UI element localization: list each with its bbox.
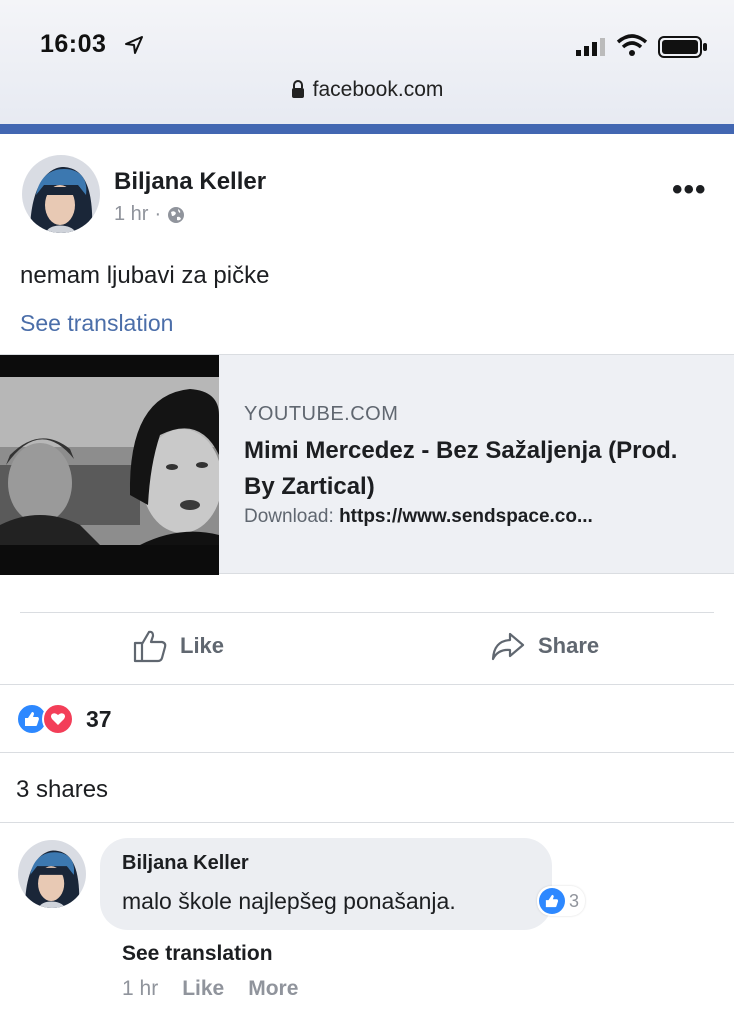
comment-more-button[interactable]: More (248, 977, 298, 1001)
link-desc-prefix: Download: (244, 506, 340, 527)
share-count[interactable]: 3 shares (16, 776, 108, 804)
divider (20, 612, 714, 613)
post-author-name[interactable]: Biljana Keller (114, 168, 266, 196)
divider (0, 752, 734, 753)
post-options-button[interactable]: ••• (672, 175, 707, 205)
see-translation-link[interactable]: See translation (20, 310, 173, 337)
comment-reactions[interactable]: 3 (537, 886, 586, 916)
location-arrow-icon (125, 36, 143, 54)
facebook-header-bar (0, 124, 734, 134)
comment-reaction-count: 3 (569, 890, 580, 911)
link-preview-card[interactable]: YOUTUBE.COM Mimi Mercedez - Bez Sažaljen… (0, 354, 734, 575)
lock-icon (291, 80, 304, 98)
link-title[interactable]: Mimi Mercedez - Bez Sažaljenja (Prod. By… (244, 433, 714, 505)
share-button[interactable]: Share (490, 628, 599, 664)
share-arrow-icon (491, 632, 525, 661)
reactions-summary[interactable]: 37 (16, 703, 112, 735)
avatar-image (22, 155, 100, 233)
video-thumbnail[interactable] (0, 355, 219, 575)
url-bar[interactable]: facebook.com (0, 78, 734, 102)
comment-time[interactable]: 1 hr (122, 977, 158, 1001)
comment-text: malo škole najlepšeg ponašanja. (122, 888, 456, 914)
meta-separator: · (154, 203, 162, 225)
author-avatar[interactable] (22, 155, 100, 233)
avatar-image (18, 840, 86, 908)
comment-bubble[interactable]: Biljana Keller malo škole najlepšeg pona… (100, 838, 552, 930)
share-label: Share (538, 633, 600, 658)
like-button[interactable]: Like (132, 628, 224, 664)
wifi-icon (616, 34, 648, 56)
link-desc-url: https://www.sendspace.co... (339, 506, 593, 527)
status-time: 16:03 (40, 30, 107, 58)
globe-icon (168, 206, 185, 223)
post-text: nemam ljubavi za pičke (20, 262, 270, 289)
love-reaction-icon (42, 703, 74, 735)
comment-actions: 1 hr Like More (122, 977, 298, 1001)
divider (0, 822, 734, 823)
browser-top-bar: 16:03 facebook.com (0, 0, 734, 124)
thumbs-up-icon (133, 630, 167, 663)
post-meta: 1 hr · (114, 203, 185, 226)
divider (0, 684, 734, 685)
cellular-signal-icon (576, 38, 605, 56)
comment-see-translation-link[interactable]: See translation (122, 942, 273, 966)
commenter-avatar[interactable] (18, 840, 86, 908)
link-domain: YOUTUBE.COM (244, 403, 399, 425)
battery-icon (658, 36, 707, 58)
post-time[interactable]: 1 hr (114, 203, 148, 226)
link-description: Download: https://www.sendspace.co... (244, 506, 714, 528)
like-label: Like (180, 633, 225, 658)
reaction-count: 37 (86, 705, 112, 732)
url-text: facebook.com (312, 78, 444, 101)
thumbnail-image (0, 355, 219, 575)
like-reaction-icon (539, 888, 565, 914)
comment-like-button[interactable]: Like (182, 977, 224, 1001)
comment-author[interactable]: Biljana Keller (122, 852, 249, 875)
